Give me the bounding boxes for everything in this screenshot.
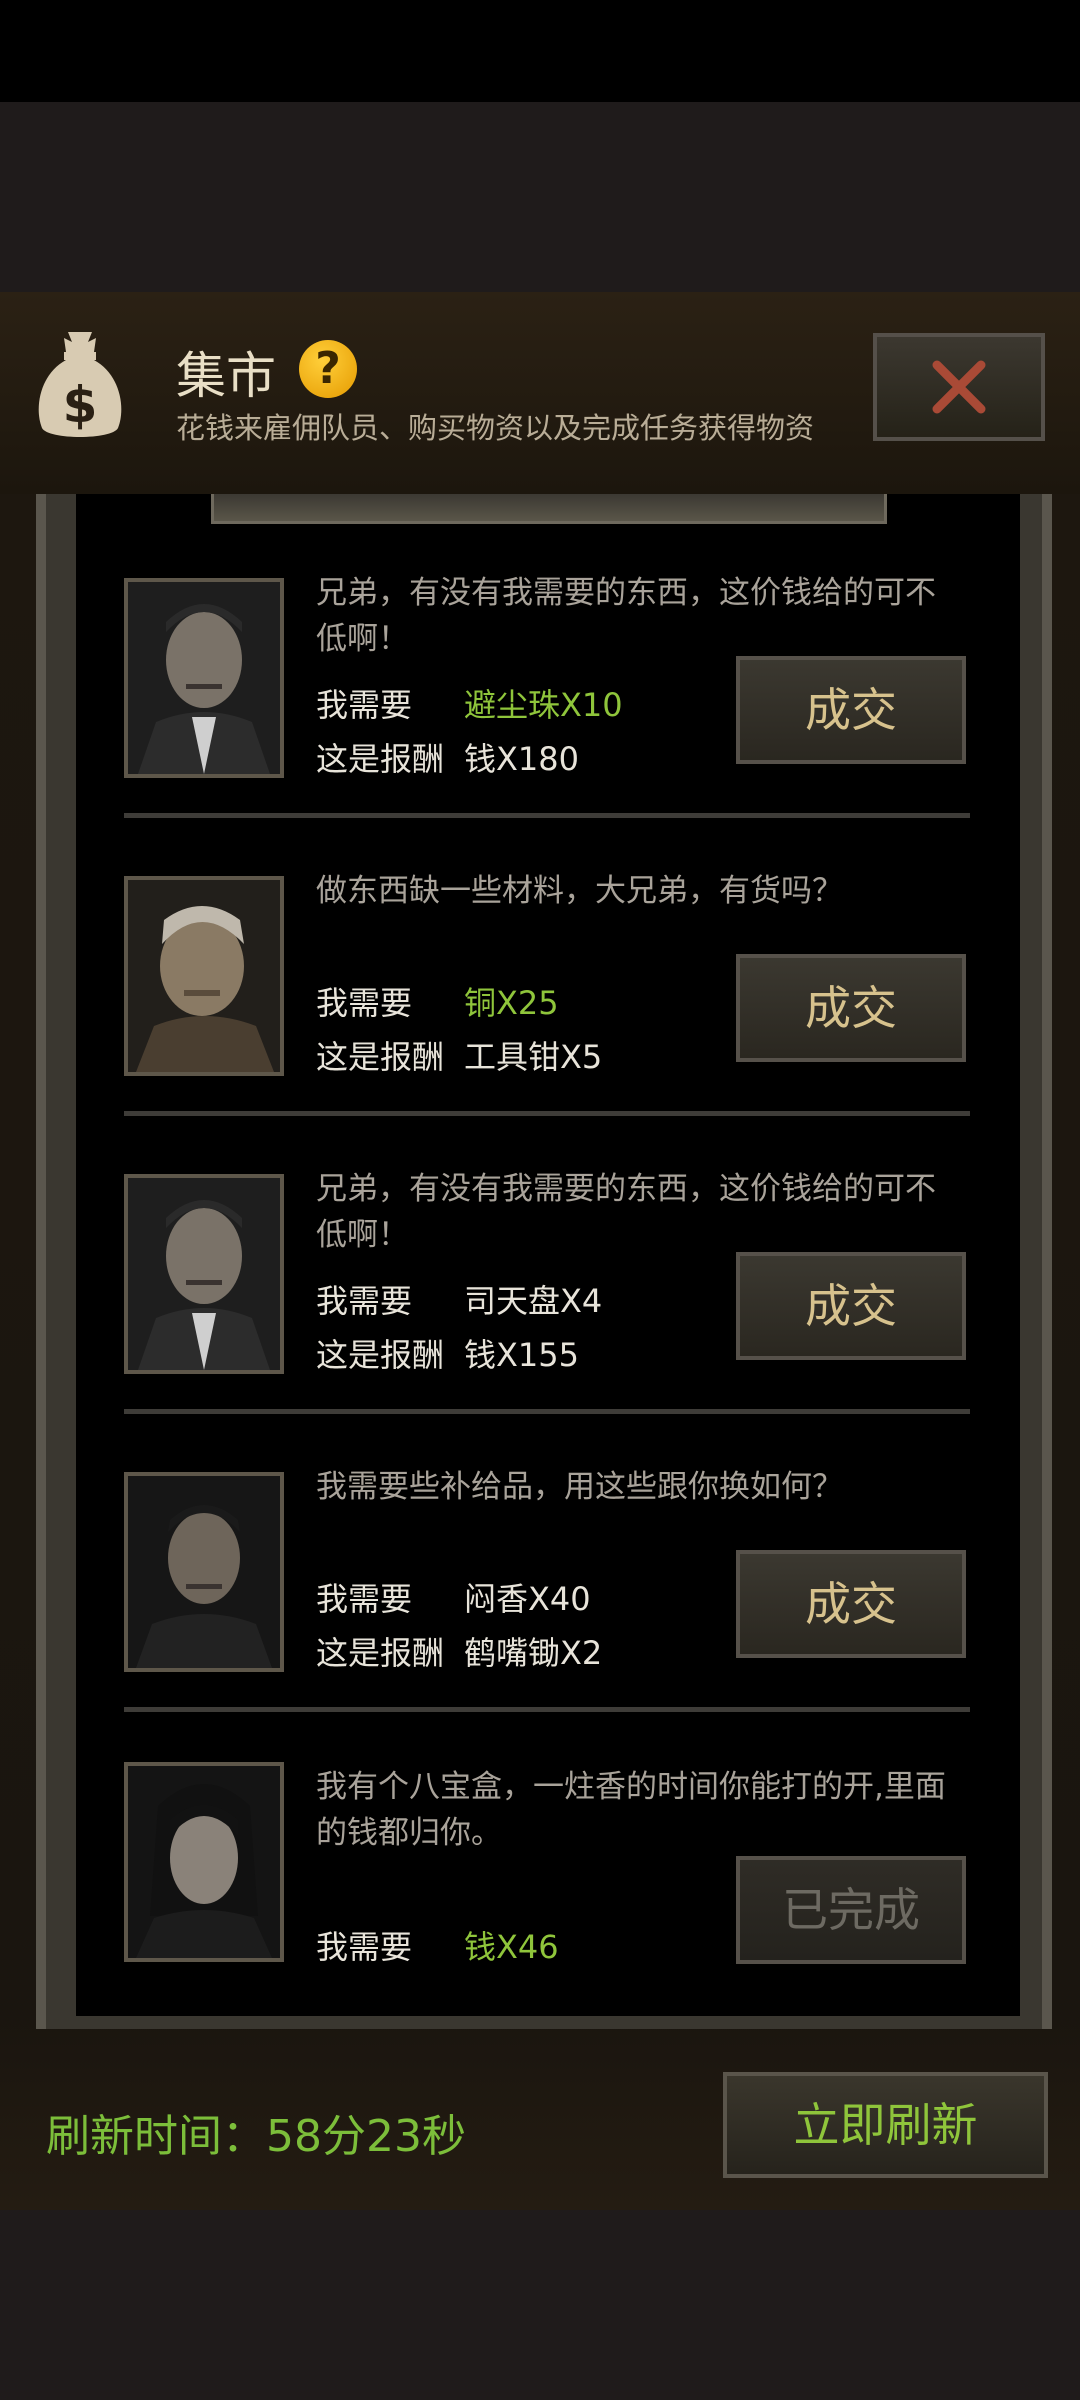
deal-button[interactable]: 成交 (736, 1550, 966, 1658)
completed-button[interactable]: 已完成 (736, 1856, 966, 1964)
deal-button[interactable]: 成交 (736, 1252, 966, 1360)
deal-button[interactable]: 成交 (736, 656, 966, 764)
npc-portrait (124, 876, 284, 1076)
quest-list[interactable]: 兄弟，有没有我需要的东西，这价钱给的可不低啊！ 我需要 避尘珠X10 这是报酬 … (76, 494, 1020, 2016)
reward-label: 这是报酬 (316, 1634, 445, 1672)
quest-item: 兄弟，有没有我需要的东西，这价钱给的可不低啊！ 我需要 避尘珠X10 这是报酬 … (76, 570, 1020, 868)
reward-item: 工具钳X5 (464, 1038, 603, 1076)
divider (124, 813, 970, 818)
refresh-time-label: 刷新时间： (46, 2111, 266, 2162)
money-bag-icon: $ (38, 332, 122, 437)
reward-item: 鹤嘴锄X2 (464, 1634, 603, 1672)
quest-dialog: 做东西缺一些材料，大兄弟，有货吗？ (316, 873, 843, 909)
list-header-tab (211, 494, 887, 524)
quest-item: 我有个八宝盒，一炷香的时间你能打的开,里面的钱都归你。 我需要 钱X46 已完成 (76, 1762, 1020, 2016)
need-label: 我需要 (316, 1928, 413, 1966)
npc-portrait (124, 1762, 284, 1962)
divider (124, 1111, 970, 1116)
reward-label: 这是报酬 (316, 1336, 445, 1374)
deal-button[interactable]: 成交 (736, 954, 966, 1062)
quest-dialog: 我需要些补给品，用这些跟你换如何？ (316, 1469, 843, 1505)
refresh-time-value: 58分23秒 (266, 2111, 466, 2162)
npc-portrait (124, 1174, 284, 1374)
npc-portrait (124, 1472, 284, 1672)
need-item: 司天盘X4 (464, 1282, 603, 1320)
reward-label: 这是报酬 (316, 1038, 445, 1076)
need-item: 闷香X40 (464, 1580, 591, 1618)
divider (124, 1707, 970, 1712)
page-subtitle: 花钱来雇佣队员、购买物资以及完成任务获得物资 (176, 411, 815, 445)
quest-dialog: 我有个八宝盒，一炷香的时间你能打的开,里面的钱都归你。 (316, 1769, 946, 1851)
status-bar-area (0, 0, 1080, 102)
refresh-timer: 刷新时间：58分23秒 (46, 2100, 466, 2164)
svg-text:$: $ (63, 376, 98, 434)
quest-dialog: 兄弟，有没有我需要的东西，这价钱给的可不低啊！ (316, 575, 936, 657)
need-item: 避尘珠X10 (464, 686, 623, 724)
dimmed-background-bottom (0, 2210, 1080, 2400)
reward-item: 钱X155 (464, 1336, 580, 1374)
need-label: 我需要 (316, 686, 413, 724)
dimmed-background-top (0, 102, 1080, 292)
need-item: 钱X46 (464, 1928, 559, 1966)
help-icon[interactable]: ? (299, 340, 357, 398)
refresh-now-button[interactable]: 立即刷新 (723, 2072, 1048, 2178)
close-button[interactable] (873, 333, 1045, 441)
npc-portrait (124, 578, 284, 778)
need-label: 我需要 (316, 984, 413, 1022)
close-icon (932, 360, 986, 414)
divider (124, 1409, 970, 1414)
reward-label: 这是报酬 (316, 740, 445, 778)
need-label: 我需要 (316, 1282, 413, 1320)
need-item: 铜X25 (464, 984, 559, 1022)
quest-item: 做东西缺一些材料，大兄弟，有货吗？ 我需要 铜X25 这是报酬 工具钳X5 成交 (76, 868, 1020, 1166)
quest-dialog: 兄弟，有没有我需要的东西，这价钱给的可不低啊！ (316, 1171, 936, 1253)
reward-item: 钱X180 (464, 740, 580, 778)
quest-item: 兄弟，有没有我需要的东西，这价钱给的可不低啊！ 我需要 司天盘X4 这是报酬 钱… (76, 1166, 1020, 1464)
quest-item: 我需要些补给品，用这些跟你换如何？ 我需要 闷香X40 这是报酬 鹤嘴锄X2 成… (76, 1464, 1020, 1762)
need-label: 我需要 (316, 1580, 413, 1618)
page-title: 集市 (176, 347, 276, 405)
